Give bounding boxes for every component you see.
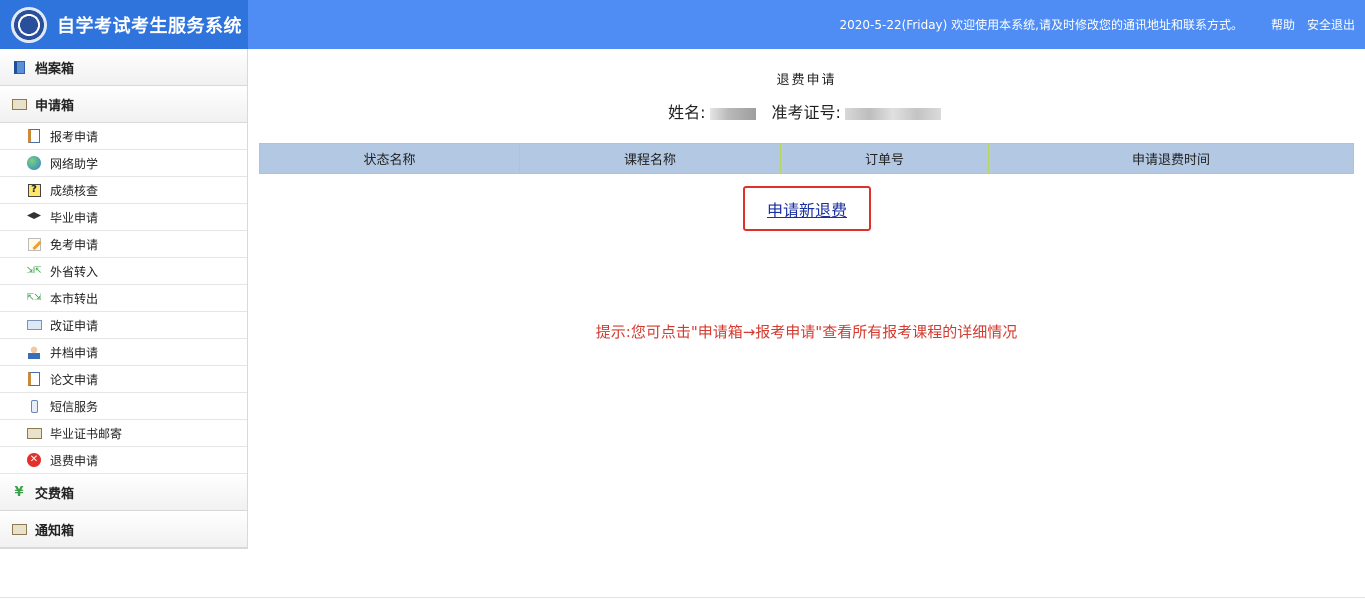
network-icon	[26, 155, 42, 171]
category-label: 申请箱	[35, 98, 75, 114]
person-icon	[26, 344, 42, 360]
logo	[11, 6, 47, 43]
bottom-divider	[0, 597, 1365, 598]
sidebar-item-sms[interactable]: 短信服务	[0, 393, 247, 420]
sidebar-item-merge-record[interactable]: 并档申请	[0, 339, 247, 366]
sidebar-item-certificate-mail[interactable]: 毕业证书邮寄	[0, 420, 247, 447]
table-header-status: 状态名称	[260, 144, 520, 173]
welcome-message: 2020-5-22(Friday) 欢迎使用本系统,请及时修改您的通讯地址和联系…	[839, 18, 1243, 32]
main-content: 退费申请 姓名: 准考证号: 状态名称 课程名称 订单号 申请退费时间 申请新退费…	[248, 49, 1365, 600]
sidebar-category-payment[interactable]: ¥ 交费箱	[0, 474, 247, 511]
pencil-icon	[26, 236, 42, 252]
sidebar-item-label: 毕业证书邮寄	[50, 426, 123, 441]
close-icon: ✕	[26, 452, 42, 468]
sidebar-item-score-check[interactable]: ? 成绩核查	[0, 177, 247, 204]
sidebar-item-id-change[interactable]: 改证申请	[0, 312, 247, 339]
page-title: 退费申请	[776, 73, 837, 88]
name-label: 姓名:	[668, 103, 706, 122]
sidebar-item-label: 外省转入	[50, 264, 99, 279]
question-icon: ?	[26, 182, 42, 198]
sidebar-item-label: 网络助学	[50, 156, 99, 171]
sidebar-item-online-study[interactable]: 网络助学	[0, 150, 247, 177]
sidebar-item-exemption[interactable]: 免考申请	[0, 231, 247, 258]
brand: 自学考试考生服务系统	[0, 0, 248, 49]
phone-icon	[26, 398, 42, 414]
category-label: 档案箱	[35, 61, 75, 77]
category-label: 通知箱	[35, 523, 75, 539]
table-header-refund-time: 申请退费时间	[1131, 153, 1210, 168]
student-info: 姓名: 准考证号:	[248, 99, 1365, 123]
name-value-redacted	[709, 107, 756, 120]
arrows-in-icon: ⇲⇱	[26, 265, 42, 276]
yen-icon: ¥	[14, 484, 24, 500]
apply-new-refund-link[interactable]: 申请新退费	[767, 197, 847, 221]
mail-icon	[26, 425, 42, 441]
category-label: 交费箱	[35, 486, 75, 502]
sidebar-item-label: 毕业申请	[50, 210, 99, 225]
sidebar-item-graduation[interactable]: 毕业申请	[0, 204, 247, 231]
sidebar-item-thesis[interactable]: 论文申请	[0, 366, 247, 393]
exam-id-value-redacted	[844, 107, 941, 120]
sidebar-item-label: 免考申请	[50, 237, 99, 252]
top-header: 自学考试考生服务系统 2020-5-22(Friday) 欢迎使用本系统,请及时…	[0, 0, 1365, 49]
exam-id-label: 准考证号:	[771, 103, 841, 122]
table-header-order-no: 订单号	[781, 144, 989, 173]
apply-box-icon	[11, 96, 27, 112]
sidebar-item-refund[interactable]: ✕ 退费申请	[0, 447, 247, 474]
app-title: 自学考试考生服务系统	[57, 15, 242, 37]
graduation-cap-icon	[26, 209, 42, 225]
tip-message: 提示:您可点击"申请箱→报考申请"查看所有报考课程的详细情况	[595, 323, 1018, 341]
sidebar-category-notice[interactable]: 通知箱	[0, 511, 247, 548]
sidebar-item-label: 论文申请	[50, 372, 99, 387]
sidebar-item-label: 本市转出	[50, 291, 99, 306]
sidebar-category-apply[interactable]: 申请箱	[0, 86, 247, 123]
mailbox-icon	[11, 521, 27, 537]
apply-refund-highlight: 申请新退费	[743, 186, 871, 231]
sidebar-category-archive[interactable]: 档案箱	[0, 49, 247, 86]
app-root: 自学考试考生服务系统 2020-5-22(Friday) 欢迎使用本系统,请及时…	[0, 0, 1365, 600]
table-header-course: 课程名称	[520, 144, 781, 173]
sidebar-item-label: 改证申请	[50, 318, 99, 333]
sidebar-item-transfer-out[interactable]: ⇱⇲ 本市转出	[0, 285, 247, 312]
sidebar: 档案箱 申请箱 报考申请 网络助学 ? 成绩核查 毕业申请 免考申请 ⇲⇱ 外省	[0, 49, 248, 549]
sidebar-item-exam-apply[interactable]: 报考申请	[0, 123, 247, 150]
arrows-out-icon: ⇱⇲	[26, 292, 42, 303]
sidebar-item-label: 成绩核查	[50, 183, 99, 198]
archive-book-icon	[11, 59, 27, 75]
sidebar-item-label: 退费申请	[50, 453, 99, 468]
document-icon	[26, 128, 42, 144]
document-icon	[26, 371, 42, 387]
help-link[interactable]: 帮助	[1271, 16, 1295, 33]
header-right: 2020-5-22(Friday) 欢迎使用本系统,请及时修改您的通讯地址和联系…	[840, 0, 1356, 49]
id-card-icon	[26, 317, 42, 333]
sidebar-item-label: 报考申请	[50, 129, 99, 144]
refund-table-header: 状态名称 课程名称 订单号 申请退费时间	[259, 143, 1354, 174]
sidebar-item-label: 短信服务	[50, 399, 99, 414]
sidebar-item-label: 并档申请	[50, 345, 99, 360]
sidebar-item-transfer-in[interactable]: ⇲⇱ 外省转入	[0, 258, 247, 285]
logout-link[interactable]: 安全退出	[1307, 16, 1355, 33]
